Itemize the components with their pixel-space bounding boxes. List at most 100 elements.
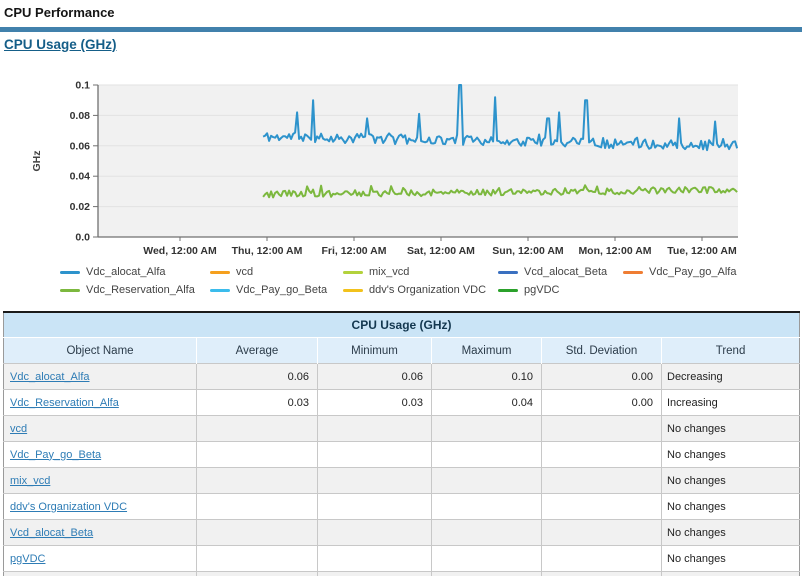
maximum-cell [431, 441, 542, 468]
legend-item: pgVDC [498, 284, 623, 296]
legend-label: pgVDC [524, 284, 560, 296]
average-cell [196, 493, 318, 520]
legend-item: Vcd_alocat_Beta [498, 266, 623, 278]
object-link[interactable]: mix_vcd [10, 475, 50, 487]
object-link[interactable]: ddv's Organization VDC [10, 501, 127, 513]
cpu-performance-report: CPU Performance CPU Usage (GHz) 0.0 0.02 0… [0, 0, 802, 576]
object-link[interactable]: Vdc_Reservation_Alfa [10, 397, 119, 409]
object-link[interactable]: Vdc_Pay_go_Beta [10, 449, 101, 461]
column-header: Object Name [3, 337, 197, 364]
object-link[interactable]: Vdc_alocat_Alfa [10, 371, 90, 383]
x-tick-label: Sun, 12:00 AM [492, 245, 564, 257]
legend-marker-icon [210, 270, 230, 274]
table-row: ddv's Organization VDC No changes [3, 493, 800, 520]
table-row: pgVDC No changes [3, 545, 800, 572]
legend-item: vcd [210, 266, 343, 278]
y-tick-label: 0.04 [70, 171, 91, 183]
std-deviation-cell: 0.00 [541, 363, 662, 390]
cpu-usage-table-wrap: CPU Usage (GHz) Object Name Average Minimum… [3, 311, 801, 576]
legend-marker-icon [498, 270, 518, 274]
object-name-cell: Vdc_Reservation_Alfa [3, 389, 197, 416]
minimum-cell [317, 571, 432, 576]
maximum-cell: 0.04 [431, 389, 542, 416]
legend-item: Vdc_alocat_Alfa [60, 266, 210, 278]
legend-label: Vdc_Pay_go_Alfa [649, 266, 737, 278]
minimum-cell [317, 415, 432, 442]
legend-item: Vdc_Reservation_Alfa [60, 284, 210, 296]
page-title: CPU Performance [4, 5, 115, 20]
x-tick-label: Fri, 12:00 AM [322, 245, 387, 257]
maximum-cell: 0.10 [431, 363, 542, 390]
average-cell [196, 415, 318, 442]
y-tick-label: 0.08 [70, 110, 91, 122]
object-link[interactable]: pgVDC [10, 553, 45, 565]
std-deviation-cell [541, 519, 662, 546]
object-name-cell: Vcd_alocat_Beta [3, 519, 197, 546]
trend-cell: No changes [661, 441, 800, 468]
average-cell [196, 545, 318, 572]
object-name-cell: ddv's Organization VDC [3, 493, 197, 520]
std-deviation-cell [541, 441, 662, 468]
object-name-cell: pgVDC [3, 545, 197, 572]
x-tick-label: Tue, 12:00 AM [667, 245, 737, 257]
cpu-usage-chart: 0.0 0.02 0.04 0.06 0.08 0.1 GHz Wed, 12:00 AM Th… [31, 80, 739, 257]
object-link[interactable]: vcd [10, 423, 27, 435]
object-name-cell: vcd [3, 415, 197, 442]
table-title: CPU Usage (GHz) [3, 312, 800, 338]
cpu-usage-table: CPU Usage (GHz) Object Name Average Minimum… [3, 311, 801, 576]
std-deviation-cell [541, 467, 662, 494]
column-header: Average [196, 337, 318, 364]
object-link[interactable]: Vcd_alocat_Beta [10, 527, 93, 539]
maximum-cell [431, 519, 542, 546]
legend-item: Vdc_Pay_go_Alfa [623, 266, 773, 278]
minimum-cell [317, 493, 432, 520]
minimum-cell [317, 545, 432, 572]
legend-marker-icon [343, 288, 363, 292]
trend-cell: Decreasing [661, 363, 800, 390]
legend-item: Vdc_Pay_go_Beta [210, 284, 343, 296]
legend-marker-icon [210, 288, 230, 292]
minimum-cell: 0.03 [317, 389, 432, 416]
table-row: Vdc_Pay_go_Alfa No changes [3, 571, 800, 576]
trend-cell: Increasing [661, 389, 800, 416]
legend-label: ddv's Organization VDC [369, 284, 487, 296]
chart-legend: Vdc_alocat_Alfa vcd mix_vcd Vcd_alocat_Beta… [60, 263, 800, 299]
legend-marker-icon [60, 288, 80, 292]
average-cell [196, 441, 318, 468]
x-tick-label: Mon, 12:00 AM [578, 245, 651, 257]
column-header: Trend [661, 337, 800, 364]
object-name-cell: Vdc_Pay_go_Alfa [3, 571, 197, 576]
std-deviation-cell [541, 571, 662, 576]
column-header: Minimum [317, 337, 432, 364]
average-cell [196, 519, 318, 546]
y-tick-label: 0.02 [70, 201, 91, 213]
trend-cell: No changes [661, 493, 800, 520]
trend-cell: No changes [661, 571, 800, 576]
object-name-cell: Vdc_Pay_go_Beta [3, 441, 197, 468]
legend-label: vcd [236, 266, 254, 278]
average-cell: 0.06 [196, 363, 318, 390]
std-deviation-cell: 0.00 [541, 389, 662, 416]
y-tick-label: 0.0 [75, 232, 90, 244]
table-row: mix_vcd No changes [3, 467, 800, 494]
table-title-row: CPU Usage (GHz) [3, 312, 800, 338]
table-header-row: Object Name Average Minimum Maximum Std. Dev… [3, 337, 800, 364]
y-tick-label: 0.1 [75, 80, 90, 92]
table-row: Vcd_alocat_Beta No changes [3, 519, 800, 546]
maximum-cell [431, 571, 542, 576]
trend-cell: No changes [661, 545, 800, 572]
minimum-cell [317, 467, 432, 494]
average-cell: 0.03 [196, 389, 318, 416]
minimum-cell: 0.06 [317, 363, 432, 390]
trend-cell: No changes [661, 519, 800, 546]
legend-marker-icon [498, 288, 518, 292]
column-header: Maximum [431, 337, 542, 364]
legend-label: mix_vcd [369, 266, 410, 278]
plot-area [98, 85, 738, 237]
y-tick-label: 0.06 [70, 140, 91, 152]
section-link-cpu-usage[interactable]: CPU Usage (GHz) [4, 37, 117, 52]
x-tick-label: Sat, 12:00 AM [407, 245, 475, 257]
table-row: Vdc_Pay_go_Beta No changes [3, 441, 800, 468]
legend-marker-icon [60, 270, 80, 274]
trend-cell: No changes [661, 415, 800, 442]
